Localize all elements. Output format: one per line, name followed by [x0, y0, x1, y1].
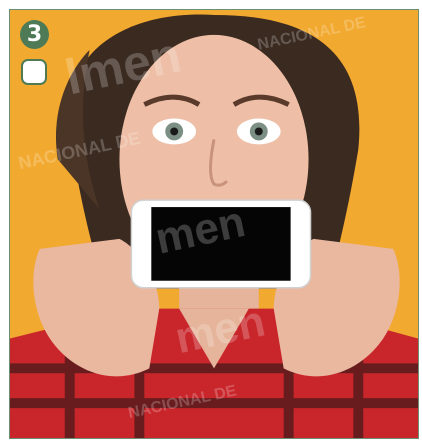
checkbox-icon[interactable] — [21, 59, 47, 85]
image-option-card[interactable]: lmen men men NACIONAL DE NACIONAL DE NAC… — [9, 9, 419, 439]
question-number-badge: 3 — [20, 20, 49, 49]
option-image: lmen men men NACIONAL DE NACIONAL DE NAC… — [10, 10, 418, 438]
